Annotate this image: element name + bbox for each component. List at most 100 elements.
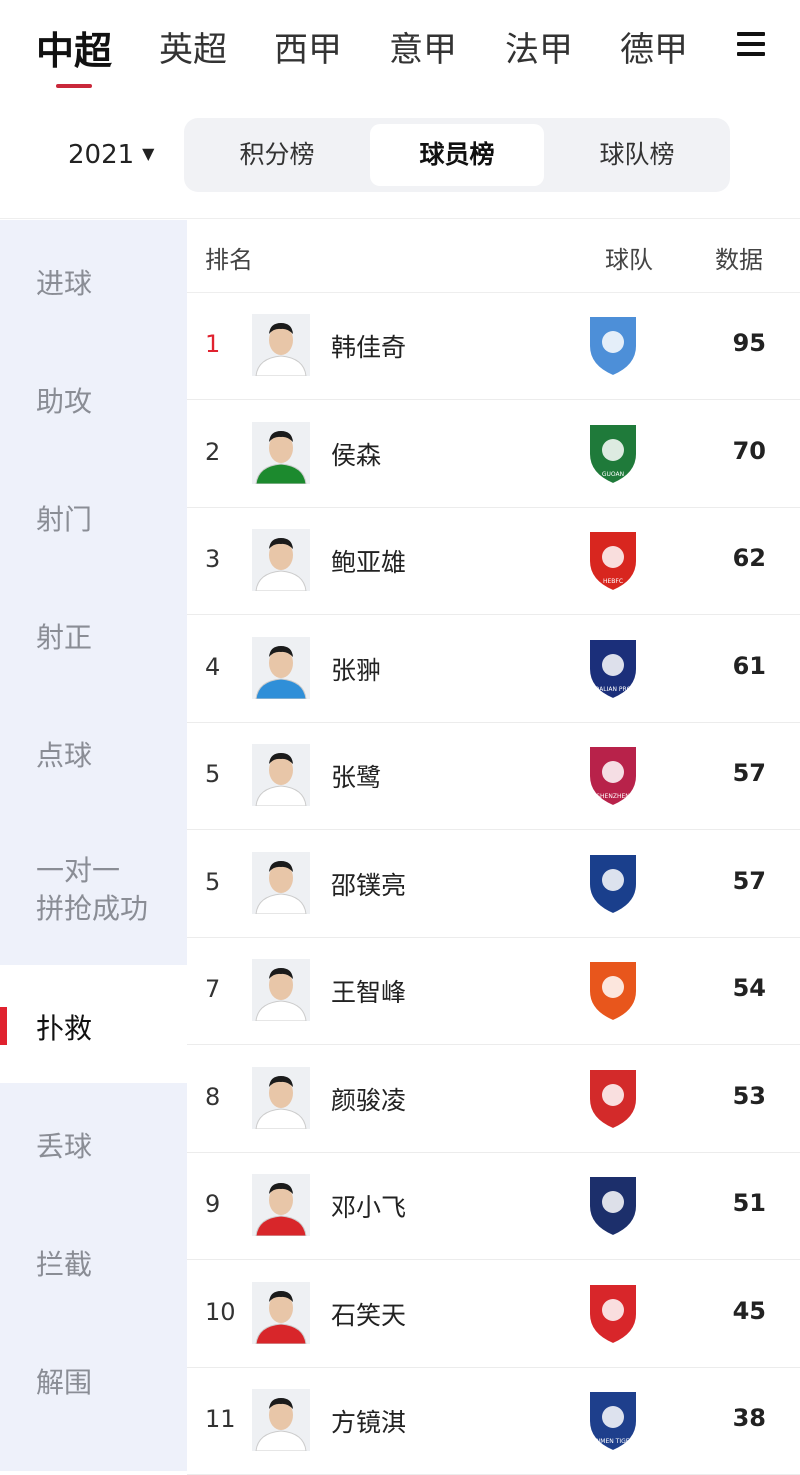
- player-rank: 5: [205, 760, 221, 788]
- sidebar-item-clearances[interactable]: 解围: [0, 1319, 187, 1437]
- league-nav: 中超 英超 西甲 意甲 法甲 德甲: [0, 0, 800, 100]
- player-name: 侯森: [331, 440, 382, 470]
- stat-value: 95: [732, 329, 766, 357]
- table-row[interactable]: 9 邓小飞 51: [187, 1152, 800, 1260]
- sidebar-item-shots-on-target[interactable]: 射正: [0, 574, 187, 692]
- table-row[interactable]: 5 邵镤亮 57: [187, 830, 800, 938]
- sidebar-item-interceptions[interactable]: 拦截: [0, 1201, 187, 1319]
- stat-value: 45: [732, 1296, 766, 1325]
- player-avatar: [252, 529, 310, 591]
- player-rank: 11: [205, 1405, 236, 1433]
- table-row[interactable]: 2 侯森 GUOAN 70: [187, 400, 800, 508]
- stat-value: 61: [732, 651, 766, 680]
- sidebar-item-duels-won[interactable]: 一对一 拼抢成功: [0, 810, 187, 965]
- player-rank: 5: [205, 867, 221, 896]
- player-name: 韩佳奇: [331, 333, 407, 362]
- stat-value: 54: [732, 974, 766, 1002]
- stat-value: 51: [732, 1189, 766, 1217]
- sidebar-item-label: 射门: [36, 503, 93, 536]
- team-badge-text: SHENZHEN: [596, 793, 630, 800]
- table-row[interactable]: 7 王智峰 54: [187, 937, 800, 1045]
- player-name: 张鹭: [331, 763, 382, 792]
- team-badge-icon: [585, 957, 641, 1023]
- sidebar-item-penalties[interactable]: 点球: [0, 692, 187, 810]
- table-row[interactable]: 5 张鹭 SHENZHEN 57: [187, 722, 800, 830]
- player-name: 王智峰: [331, 978, 407, 1007]
- sidebar-item-label: 拦截: [36, 1248, 93, 1281]
- stat-sidebar: 进球 助攻 射门 射正 点球 一对一 拼抢成功 扑救 丢球 拦截 解围: [0, 220, 187, 1471]
- table-row[interactable]: 8 颜骏凌 53: [187, 1045, 800, 1153]
- stat-value: 38: [732, 1404, 766, 1432]
- player-name: 鲍亚雄: [331, 548, 407, 577]
- player-rank: 3: [205, 545, 221, 573]
- player-avatar: [252, 744, 310, 806]
- player-rank: 1: [205, 330, 221, 358]
- sidebar-item-assists[interactable]: 助攻: [0, 338, 187, 456]
- table-row[interactable]: 1 韩佳奇 95: [187, 292, 800, 400]
- segment-players[interactable]: 球员榜: [370, 124, 544, 186]
- sidebar-item-label: 射正: [36, 621, 93, 654]
- team-badge-icon: GUOAN: [585, 420, 641, 486]
- team-badge-text: GUOAN: [602, 471, 624, 478]
- player-rank: 4: [205, 652, 221, 681]
- active-indicator: [0, 1007, 7, 1045]
- sidebar-item-saves[interactable]: 扑救: [0, 965, 187, 1083]
- player-avatar: [252, 959, 310, 1021]
- league-tab-csl[interactable]: 中超: [36, 20, 112, 75]
- header-team: 球队: [605, 246, 653, 274]
- team-badge-text: HEBFC: [603, 578, 623, 585]
- player-rank: 10: [205, 1297, 236, 1326]
- menu-icon[interactable]: [737, 32, 765, 56]
- sidebar-item-label: 丢球: [36, 1130, 93, 1163]
- sidebar-item-label: 助攻: [36, 385, 93, 418]
- sidebar-item-goals[interactable]: 进球: [0, 220, 187, 338]
- stat-value: 57: [732, 866, 766, 895]
- player-rank: 8: [205, 1082, 221, 1111]
- player-rank: 7: [205, 975, 221, 1003]
- player-avatar: [252, 636, 310, 699]
- divider: [0, 218, 800, 219]
- team-badge-icon: [585, 1280, 641, 1346]
- sidebar-item-label: 一对一 拼抢成功: [36, 854, 149, 925]
- season-label: 2021: [68, 140, 135, 170]
- team-badge-text: JINMEN TIGER: [591, 1438, 633, 1445]
- stat-value: 70: [732, 436, 766, 465]
- player-avatar: [252, 421, 310, 484]
- table-header: 排名 球队 数据: [187, 220, 800, 293]
- segment-standings[interactable]: 积分榜: [190, 124, 364, 186]
- player-avatar: [252, 314, 310, 376]
- team-badge-icon: SHENZHEN: [585, 742, 641, 808]
- player-rank: 9: [205, 1190, 221, 1218]
- player-name: 张翀: [331, 655, 382, 685]
- sidebar-item-label: 解围: [36, 1366, 93, 1399]
- stat-value: 53: [732, 1081, 766, 1110]
- team-badge-icon: DALIAN PRO: [585, 635, 641, 701]
- league-tab-epl[interactable]: 英超: [159, 22, 227, 71]
- active-tab-indicator: [56, 84, 92, 88]
- table-row[interactable]: 11 方镜淇 JINMEN TIGER 38: [187, 1367, 800, 1475]
- player-name: 邓小飞: [331, 1193, 407, 1222]
- league-tab-bundesliga[interactable]: 德甲: [620, 22, 688, 71]
- sidebar-item-goals-conceded[interactable]: 丢球: [0, 1083, 187, 1201]
- league-tab-laliga[interactable]: 西甲: [274, 22, 342, 71]
- team-badge-icon: JINMEN TIGER: [585, 1387, 641, 1453]
- league-tab-ligue1[interactable]: 法甲: [505, 22, 573, 71]
- player-avatar: [252, 1174, 310, 1236]
- table-row[interactable]: 10 石笑天 45: [187, 1260, 800, 1368]
- header-value: 数据: [715, 246, 763, 274]
- player-name: 邵镤亮: [331, 870, 407, 900]
- player-avatar: [252, 1389, 310, 1451]
- league-tab-seriea[interactable]: 意甲: [389, 22, 457, 71]
- team-badge-icon: [585, 1065, 641, 1131]
- sidebar-item-shots[interactable]: 射门: [0, 456, 187, 574]
- player-avatar: [252, 1066, 310, 1129]
- table-row[interactable]: 4 张翀 DALIAN PRO 61: [187, 615, 800, 723]
- season-selector[interactable]: 2021 ▼: [68, 140, 154, 170]
- team-badge-icon: [585, 850, 641, 916]
- table-row[interactable]: 3 鲍亚雄 HEBFC 62: [187, 507, 800, 615]
- segment-teams[interactable]: 球队榜: [550, 124, 724, 186]
- player-rank: 2: [205, 437, 221, 466]
- team-badge-text: DALIAN PRO: [595, 686, 632, 693]
- sidebar-item-label: 扑救: [36, 1012, 93, 1045]
- player-name: 方镜淇: [331, 1408, 407, 1437]
